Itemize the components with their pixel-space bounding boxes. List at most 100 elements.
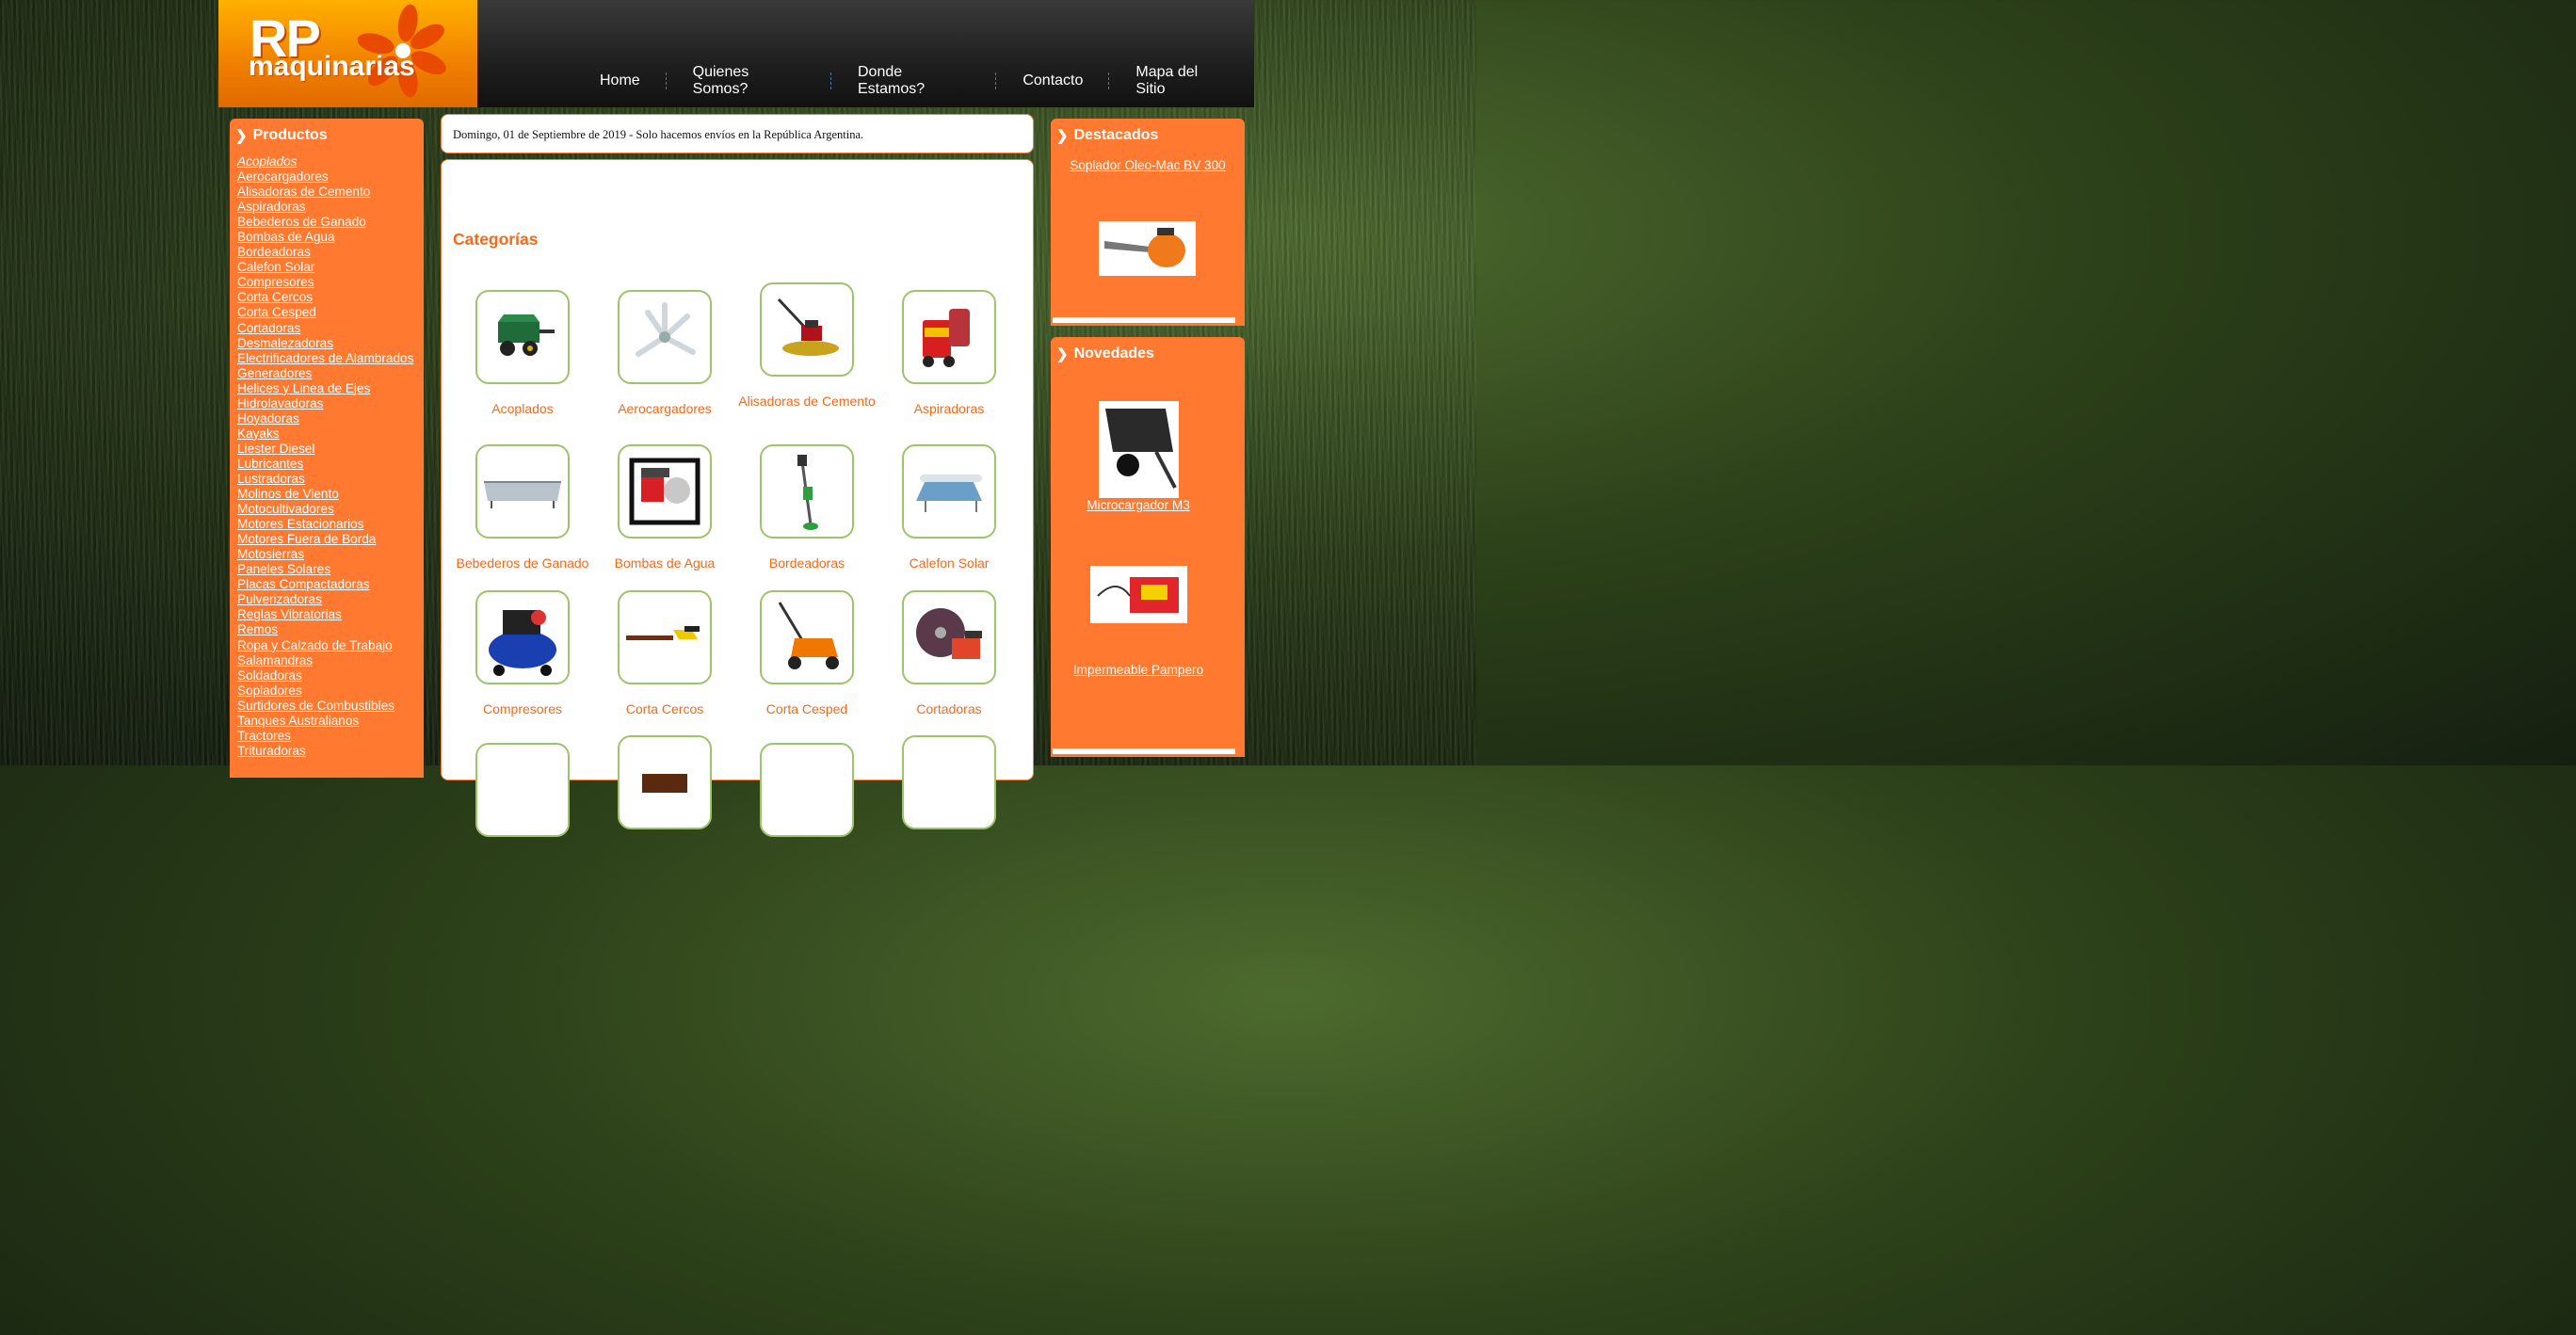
- product-list-item[interactable]: Bombas de Agua: [237, 230, 424, 245]
- category-compresores[interactable]: Compresores: [452, 590, 593, 717]
- category-aspiradoras[interactable]: Aspiradoras: [878, 290, 1020, 417]
- category-label[interactable]: Bombas de Agua: [594, 555, 735, 571]
- category-thumbnail[interactable]: [902, 444, 996, 539]
- nav-donde-estamos[interactable]: Donde Estamos?: [832, 64, 995, 98]
- category-bebederos-de-ganado[interactable]: Bebederos de Ganado: [452, 444, 593, 571]
- novedad-link-microcargador[interactable]: Microcargador M3: [1051, 498, 1226, 512]
- product-link[interactable]: Alisadoras de Cemento: [237, 185, 370, 199]
- novedad-image-microcargador[interactable]: [1099, 401, 1179, 498]
- category-partial[interactable]: [736, 743, 877, 837]
- category-partial[interactable]: [878, 735, 1020, 829]
- product-list-item[interactable]: Bebederos de Ganado: [237, 215, 424, 230]
- product-list-item[interactable]: Paneles Solares: [237, 562, 424, 577]
- product-list-item[interactable]: Remos: [237, 622, 424, 637]
- product-link[interactable]: Generadores: [237, 366, 312, 380]
- nav-contacto[interactable]: Contacto: [997, 72, 1108, 89]
- nav-home[interactable]: Home: [574, 72, 666, 89]
- category-label[interactable]: Compresores: [452, 701, 593, 717]
- product-link[interactable]: Motores Estacionarios: [237, 517, 363, 531]
- category-alisadoras-de-cemento[interactable]: Alisadoras de Cemento: [736, 282, 877, 410]
- category-thumbnail[interactable]: [475, 590, 570, 684]
- category-thumbnail[interactable]: [902, 590, 996, 684]
- product-list-item[interactable]: Corta Cercos: [237, 290, 424, 305]
- product-link[interactable]: Corta Cesped: [237, 305, 316, 319]
- category-corta-cesped[interactable]: Corta Cesped: [736, 590, 877, 717]
- product-link[interactable]: Lubricantes: [237, 457, 303, 471]
- product-link[interactable]: Ropa y Calzado de Trabajo: [237, 638, 393, 652]
- category-thumbnail[interactable]: [760, 444, 854, 539]
- category-bordeadoras[interactable]: Bordeadoras: [736, 444, 877, 571]
- product-link[interactable]: Electrificadores de Alambrados: [237, 351, 413, 365]
- product-list-item[interactable]: Ropa y Calzado de Trabajo: [237, 638, 424, 653]
- product-list-item[interactable]: Hidrolavadoras: [237, 396, 424, 411]
- product-link[interactable]: Bebederos de Ganado: [237, 215, 366, 229]
- product-list-item[interactable]: Kayaks: [237, 426, 424, 442]
- product-link[interactable]: Trituradoras: [237, 744, 306, 758]
- category-thumbnail[interactable]: [618, 735, 712, 829]
- product-link[interactable]: Kayaks: [237, 426, 280, 441]
- destacado-image[interactable]: [1099, 221, 1196, 276]
- product-list-item[interactable]: Motosierras: [237, 547, 424, 562]
- product-list-item[interactable]: Cortadoras: [237, 321, 424, 336]
- product-list-item[interactable]: Lustradoras: [237, 472, 424, 487]
- product-list-item[interactable]: Aerocargadores: [237, 169, 424, 185]
- product-link[interactable]: Helices y Linea de Ejes: [237, 381, 370, 395]
- category-thumbnail[interactable]: [618, 290, 712, 384]
- nav-quienes-somos[interactable]: Quienes Somos?: [668, 64, 830, 98]
- product-list-item[interactable]: Pulverizadoras: [237, 592, 424, 607]
- product-list-item[interactable]: Tractores: [237, 729, 424, 744]
- product-list-item[interactable]: Desmalezadoras: [237, 336, 424, 351]
- product-list-item[interactable]: Acoplados: [237, 154, 424, 169]
- product-link[interactable]: Corta Cercos: [237, 290, 313, 304]
- category-label[interactable]: Alisadoras de Cemento: [736, 394, 877, 410]
- product-link[interactable]: Molinos de Viento: [237, 487, 339, 501]
- category-label[interactable]: Aspiradoras: [878, 401, 1020, 417]
- category-partial[interactable]: [452, 743, 593, 837]
- nav-mapa-del-sitio[interactable]: Mapa del Sitio: [1110, 64, 1254, 98]
- product-link[interactable]: Acoplados: [237, 154, 297, 169]
- product-list-item[interactable]: Alisadoras de Cemento: [237, 185, 424, 200]
- product-link[interactable]: Cortadoras: [237, 321, 300, 335]
- product-link[interactable]: Sopladores: [237, 684, 302, 698]
- category-thumbnail[interactable]: [760, 590, 854, 684]
- product-link[interactable]: Remos: [237, 622, 278, 636]
- product-link[interactable]: Placas Compactadoras: [237, 577, 370, 591]
- product-list-item[interactable]: Molinos de Viento: [237, 487, 424, 502]
- product-link[interactable]: Motosierras: [237, 547, 304, 561]
- category-thumbnail[interactable]: [618, 590, 712, 684]
- product-list-item[interactable]: Generadores: [237, 366, 424, 381]
- category-corta-cercos[interactable]: Corta Cercos: [594, 590, 735, 717]
- product-link[interactable]: Salamandras: [237, 653, 313, 668]
- category-calefon-solar[interactable]: Calefon Solar: [878, 444, 1020, 571]
- product-link[interactable]: Motocultivadores: [237, 502, 334, 516]
- category-label[interactable]: Bordeadoras: [736, 555, 877, 571]
- product-list-item[interactable]: Calefon Solar: [237, 260, 424, 275]
- category-thumbnail[interactable]: [618, 444, 712, 539]
- product-list-item[interactable]: Motores Estacionarios: [237, 517, 424, 532]
- product-list-item[interactable]: Sopladores: [237, 684, 424, 699]
- category-label[interactable]: Corta Cercos: [594, 701, 735, 717]
- product-link[interactable]: Reglas Vibratorias: [237, 607, 342, 621]
- product-list-item[interactable]: Liester Diesel: [237, 442, 424, 457]
- category-label[interactable]: Acoplados: [452, 401, 593, 417]
- category-aerocargadores[interactable]: Aerocargadores: [594, 290, 735, 417]
- product-link[interactable]: Aspiradoras: [237, 200, 306, 214]
- product-link[interactable]: Liester Diesel: [237, 442, 314, 456]
- novedad-image-impermeable[interactable]: [1090, 566, 1187, 623]
- product-link[interactable]: Calefon Solar: [237, 260, 314, 274]
- product-link[interactable]: Paneles Solares: [237, 562, 330, 576]
- product-link[interactable]: Compresores: [237, 275, 314, 289]
- category-label[interactable]: Corta Cesped: [736, 701, 877, 717]
- product-link[interactable]: Hidrolavadoras: [237, 396, 323, 410]
- product-link[interactable]: Soldadoras: [237, 668, 302, 683]
- product-list-item[interactable]: Lubricantes: [237, 457, 424, 472]
- category-partial[interactable]: [594, 735, 735, 829]
- product-list-item[interactable]: Hoyadoras: [237, 411, 424, 426]
- product-list-item[interactable]: Salamandras: [237, 653, 424, 668]
- product-link[interactable]: Bordeadoras: [237, 245, 311, 259]
- product-link[interactable]: Surtidores de Combustibles: [237, 699, 394, 713]
- category-cortadoras[interactable]: Cortadoras: [878, 590, 1020, 717]
- product-list-item[interactable]: Placas Compactadoras: [237, 577, 424, 592]
- product-list-item[interactable]: Compresores: [237, 275, 424, 290]
- product-link[interactable]: Hoyadoras: [237, 411, 299, 426]
